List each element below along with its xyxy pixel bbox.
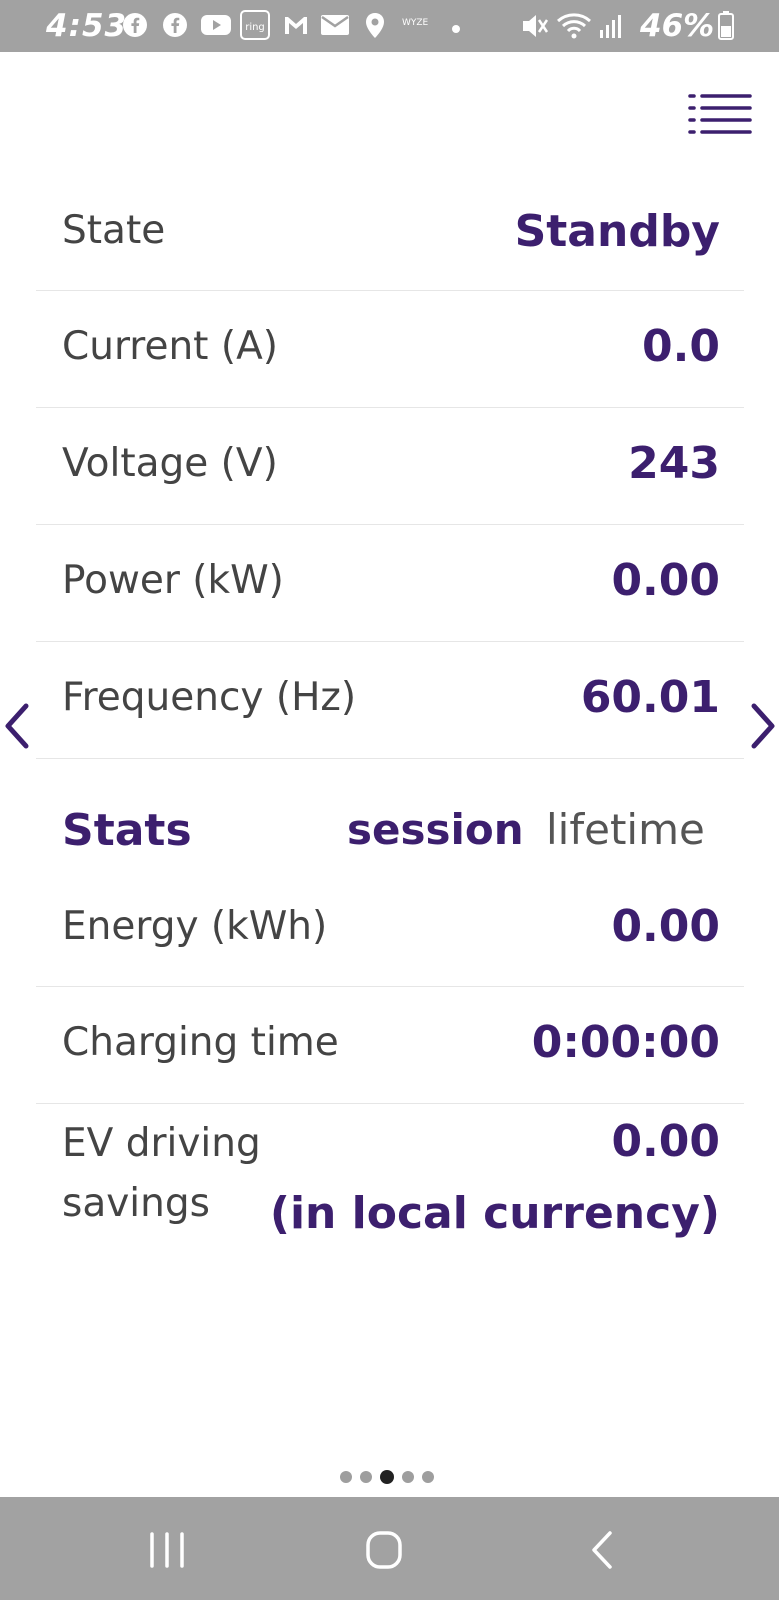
- wifi-icon: [556, 12, 592, 44]
- back-button[interactable]: [574, 1525, 634, 1575]
- chevron-right-icon: [751, 703, 775, 749]
- facebook-icon: [122, 12, 148, 42]
- ring-icon: ring: [240, 10, 270, 44]
- current-label: Current (A): [62, 324, 278, 369]
- stats-lifetime-tab[interactable]: lifetime: [546, 805, 705, 854]
- power-row: Power (kW) 0.00: [36, 525, 744, 642]
- menu-button[interactable]: [686, 90, 754, 136]
- chevron-left-icon: [5, 703, 29, 749]
- voltage-row: Voltage (V) 243: [36, 408, 744, 525]
- stats-session-tab[interactable]: session: [347, 805, 524, 854]
- state-value: Standby: [514, 206, 720, 257]
- savings-value: 0.00: [611, 1116, 720, 1167]
- savings-unit: (in local currency): [269, 1188, 720, 1239]
- frequency-label: Frequency (Hz): [62, 675, 357, 720]
- status-bar: 4:53 ring WYZE 46%: [0, 0, 779, 52]
- energy-label: Energy (kWh): [62, 904, 328, 949]
- page-dot[interactable]: [360, 1471, 372, 1483]
- charging-time-label: Charging time: [62, 1020, 339, 1065]
- facebook-icon: [162, 12, 188, 42]
- status-time: 4:53: [46, 8, 128, 44]
- mute-icon: [520, 12, 550, 44]
- previous-page-button[interactable]: [2, 702, 32, 750]
- current-row: Current (A) 0.0: [36, 291, 744, 408]
- location-icon: [364, 12, 386, 44]
- page-dot[interactable]: [422, 1471, 434, 1483]
- voltage-label: Voltage (V): [62, 441, 278, 486]
- savings-row: EV driving savings 0.00 (in local curren…: [36, 1104, 744, 1274]
- home-button[interactable]: [354, 1525, 414, 1575]
- home-icon: [366, 1531, 402, 1569]
- charging-time-row: Charging time 0:00:00: [36, 987, 744, 1104]
- frequency-value: 60.01: [580, 672, 720, 723]
- stats-title: Stats: [62, 805, 192, 856]
- charging-time-value: 0:00:00: [531, 1017, 720, 1068]
- youtube-icon: [200, 12, 232, 42]
- wyze-icon: WYZE: [402, 18, 429, 28]
- recent-apps-button[interactable]: [138, 1525, 198, 1575]
- page-dot[interactable]: [402, 1471, 414, 1483]
- svg-text:ring: ring: [245, 22, 265, 33]
- savings-value-block: 0.00 (in local currency): [270, 1106, 720, 1250]
- state-label: State: [62, 208, 166, 253]
- energy-value: 0.00: [611, 901, 720, 952]
- power-value: 0.00: [611, 555, 720, 606]
- recent-apps-icon: [150, 1532, 184, 1568]
- signal-icon: [598, 12, 624, 44]
- back-icon: [592, 1531, 612, 1569]
- dot-icon: [450, 20, 462, 39]
- next-page-button[interactable]: [748, 702, 778, 750]
- battery-icon: [718, 10, 734, 44]
- current-value: 0.0: [642, 321, 720, 372]
- energy-row: Energy (kWh) 0.00: [36, 870, 744, 987]
- mail-icon: [320, 12, 350, 42]
- page-dot[interactable]: [340, 1471, 352, 1483]
- power-label: Power (kW): [62, 558, 284, 603]
- battery-percent: 46%: [640, 8, 715, 44]
- savings-label: EV driving savings: [62, 1108, 261, 1240]
- system-nav-bar: [0, 1497, 779, 1600]
- state-row: State Standby: [36, 174, 744, 291]
- gmail-icon: [282, 12, 310, 42]
- page-dot-active[interactable]: [380, 1470, 394, 1484]
- frequency-row: Frequency (Hz) 60.01: [36, 642, 744, 759]
- voltage-value: 243: [628, 438, 720, 489]
- list-menu-icon: [688, 94, 752, 134]
- page-indicator: [340, 1470, 434, 1484]
